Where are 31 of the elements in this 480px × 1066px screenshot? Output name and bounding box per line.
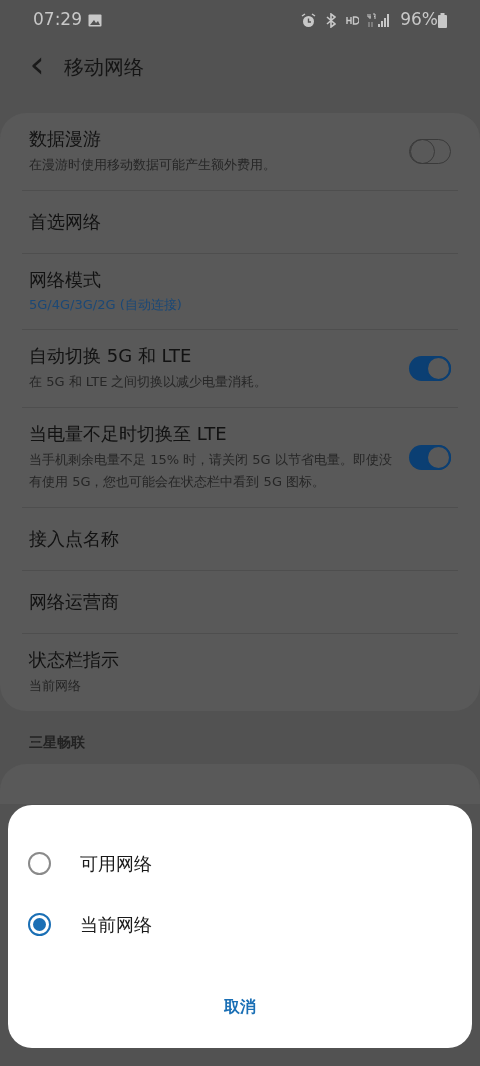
setting-title: 自动切换 5G 和 LTE <box>29 344 193 368</box>
option-label: 当前网络 <box>80 913 152 937</box>
setting-title: 数据漫游 <box>29 127 102 151</box>
cancel-button[interactable]: 取消 <box>204 989 276 1025</box>
setting-title: 接入点名称 <box>29 527 120 551</box>
back-button[interactable]: ‹ <box>22 45 52 83</box>
setting-row[interactable]: 接入点名称 <box>22 507 458 570</box>
bluetooth-icon <box>326 12 337 28</box>
alarm-icon <box>301 12 317 28</box>
setting-title: 网络模式 <box>29 268 102 292</box>
page-title: 移动网络 <box>64 54 144 81</box>
setting-title: 状态栏指示 <box>29 648 120 672</box>
setting-row[interactable]: 首选网络 <box>22 190 458 253</box>
radio-option[interactable]: 可用网络 <box>8 833 472 894</box>
toggle-switch[interactable] <box>409 445 451 470</box>
battery-icon <box>438 12 447 28</box>
setting-title: 当电量不足时切换至 LTE <box>29 422 228 446</box>
image-icon <box>88 13 102 27</box>
battery-percent: 96% <box>400 8 438 32</box>
hd-icon <box>346 15 360 25</box>
setting-row[interactable]: 网络模式 5G/4G/3G/2G (自动连接) <box>22 253 458 329</box>
radio-button[interactable] <box>28 852 51 875</box>
radio-button[interactable] <box>28 913 51 936</box>
option-label: 可用网络 <box>80 852 152 876</box>
setting-subtitle: 5G/4G/3G/2G (自动连接) <box>29 296 183 314</box>
status-time: 07:29 <box>33 8 82 32</box>
radio-option[interactable]: 当前网络 <box>8 894 472 955</box>
setting-title: 网络运营商 <box>29 590 120 614</box>
setting-row[interactable]: 网络运营商 <box>22 570 458 633</box>
toggle-switch[interactable] <box>409 356 451 381</box>
setting-title: 首选网络 <box>29 210 102 234</box>
